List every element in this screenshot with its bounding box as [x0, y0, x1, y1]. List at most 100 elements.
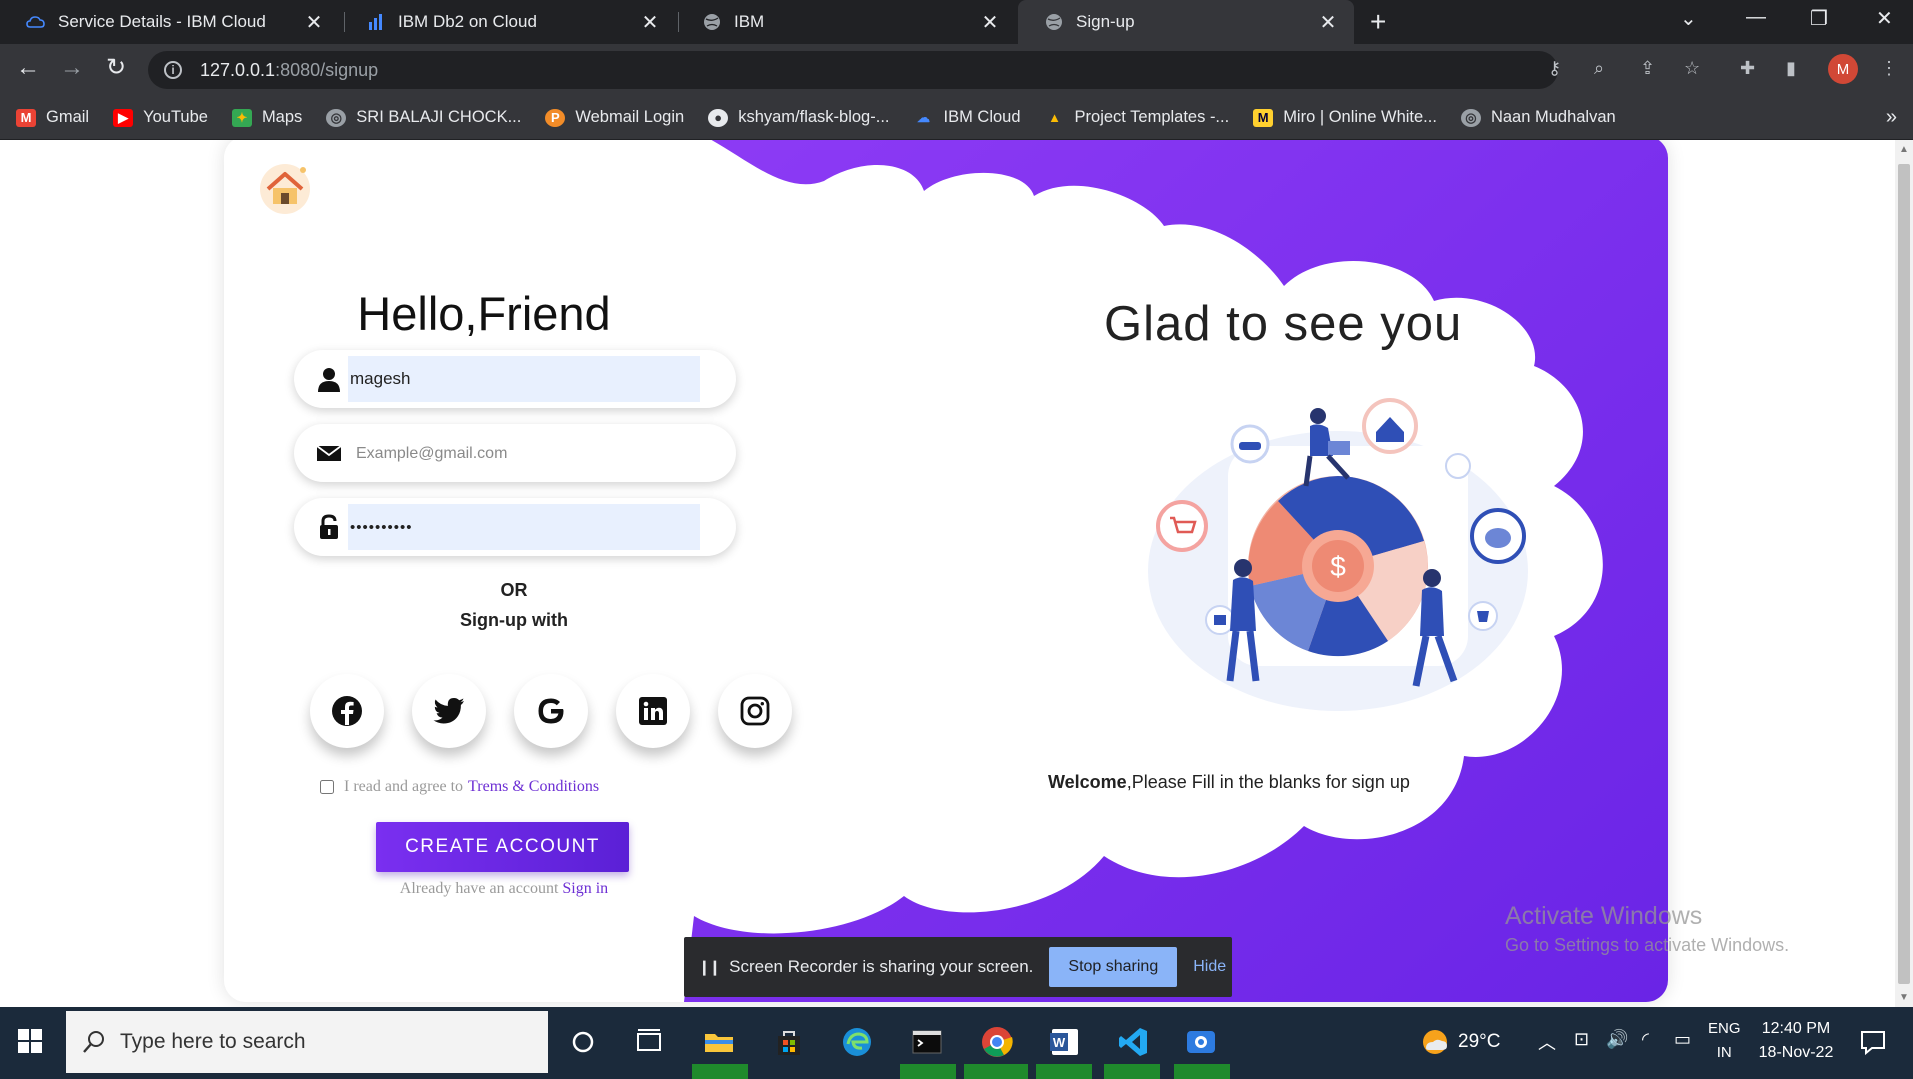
tab-strip: Service Details - IBM Cloud ✕ IBM Db2 on… — [0, 0, 1913, 44]
bookmark-naan-mudhalvan[interactable]: ◎ Naan Mudhalvan — [1460, 108, 1616, 127]
tab-ibm[interactable]: IBM ✕ — [676, 0, 1016, 44]
url-host: 127.0.0.1 — [200, 59, 276, 80]
new-tab-button[interactable]: + — [1370, 8, 1386, 36]
window-close-button[interactable]: ✕ — [1876, 6, 1893, 31]
bookmark-maps[interactable]: ✦ Maps — [231, 108, 303, 127]
bookmark-gmail[interactable]: M Gmail — [16, 108, 89, 127]
restore-button[interactable]: ❐ — [1810, 6, 1828, 31]
wifi-icon[interactable]: ◜ — [1642, 1029, 1649, 1050]
side-panel-icon[interactable]: ▮ — [1786, 58, 1796, 79]
github-icon: ● — [708, 108, 729, 127]
terms-link[interactable]: Trems & Conditions — [468, 778, 599, 796]
clock-date: 18-Nov-22 — [1758, 1044, 1834, 1061]
stop-sharing-button[interactable]: Stop sharing — [1049, 947, 1178, 987]
site-info-icon[interactable]: i — [164, 61, 182, 79]
more-bookmarks-icon[interactable]: » — [1886, 106, 1897, 129]
tab-ibm-db2[interactable]: IBM Db2 on Cloud ✕ — [340, 0, 676, 44]
cortana-icon[interactable] — [566, 1025, 600, 1059]
bookmark-miro[interactable]: M Miro | Online White... — [1253, 108, 1437, 127]
edge-icon[interactable] — [840, 1025, 874, 1059]
activate-subtitle: Go to Settings to activate Windows. — [1505, 935, 1790, 955]
sign-in-prompt: Already have an account Sign in — [324, 880, 684, 898]
close-icon[interactable]: ✕ — [640, 10, 660, 35]
gmail-icon: M — [16, 108, 36, 127]
back-button[interactable]: ← — [16, 55, 40, 81]
tab-search-chevron-icon[interactable]: ⌄ — [1680, 6, 1697, 31]
username-input[interactable] — [350, 358, 690, 400]
url-text: 127.0.0.1:8080/signup — [200, 60, 378, 81]
sign-in-link[interactable]: Sign in — [562, 880, 608, 897]
minimize-button[interactable]: — — [1746, 6, 1766, 29]
taskbar-clock[interactable]: 12:40 PM 18-Nov-22 — [1756, 1017, 1836, 1065]
linkedin-button[interactable] — [616, 674, 690, 748]
activate-windows-watermark: Activate Windows Go to Settings to activ… — [1505, 902, 1789, 956]
address-bar[interactable]: i 127.0.0.1:8080/signup — [148, 51, 1558, 89]
password-key-icon[interactable]: ⚷ — [1548, 58, 1561, 79]
url-path: :8080/signup — [275, 59, 379, 80]
tab-service-details[interactable]: Service Details - IBM Cloud ✕ — [0, 0, 340, 44]
close-icon[interactable]: ✕ — [1318, 10, 1338, 35]
scroll-down-icon[interactable]: ▼ — [1899, 992, 1909, 1003]
vscode-icon[interactable] — [1116, 1025, 1150, 1059]
store-icon[interactable] — [772, 1025, 806, 1059]
email-input[interactable] — [356, 432, 696, 474]
scroll-up-icon[interactable]: ▲ — [1899, 144, 1909, 155]
terms-checkbox[interactable] — [320, 780, 334, 794]
tab-sign-up[interactable]: Sign-up ✕ — [1018, 0, 1354, 44]
zoom-icon[interactable]: ⌕ — [1594, 58, 1604, 79]
facebook-button[interactable] — [310, 674, 384, 748]
close-icon[interactable]: ✕ — [980, 10, 1000, 35]
welcome-heading: Glad to see you — [1104, 297, 1463, 351]
ibm-cloud-icon: ☁ — [916, 109, 930, 125]
hide-button[interactable]: Hide — [1193, 958, 1226, 976]
taskbar-search-box[interactable]: Type here to search — [66, 1011, 548, 1073]
tab-title: IBM Db2 on Cloud — [398, 12, 537, 31]
ibm-cloud-icon — [26, 12, 46, 32]
chrome-icon[interactable] — [980, 1025, 1014, 1059]
notifications-icon[interactable] — [1856, 1025, 1890, 1059]
bookmark-ibm-cloud[interactable]: ☁ IBM Cloud — [913, 108, 1021, 127]
page-scrollbar[interactable]: ▲ ▼ — [1895, 140, 1913, 1007]
bookmark-star-icon[interactable]: ☆ — [1684, 58, 1700, 79]
bookmark-webmail[interactable]: P Webmail Login — [545, 108, 684, 127]
reload-button[interactable]: ↻ — [106, 55, 126, 81]
word-icon[interactable]: W — [1048, 1025, 1082, 1059]
bookmark-github[interactable]: ● kshyam/flask-blog-... — [708, 108, 889, 127]
webmail-icon: P — [545, 108, 566, 127]
menu-kebab-icon[interactable]: ⋮ — [1880, 58, 1898, 79]
close-icon[interactable]: ✕ — [304, 10, 324, 35]
scrollbar-thumb[interactable] — [1898, 164, 1910, 984]
share-icon[interactable]: ⇪ — [1640, 58, 1655, 79]
search-placeholder: Type here to search — [120, 1030, 306, 1053]
home-logo-icon[interactable] — [258, 162, 312, 216]
file-explorer-icon[interactable] — [702, 1025, 736, 1059]
bookmark-label: Maps — [261, 108, 303, 126]
battery-icon[interactable]: ▭ — [1674, 1029, 1691, 1050]
forward-button[interactable]: → — [60, 55, 84, 81]
twitter-button[interactable] — [412, 674, 486, 748]
bookmark-label: IBM Cloud — [943, 108, 1021, 126]
terminal-icon[interactable] — [910, 1025, 944, 1059]
show-hidden-icons-chevron[interactable]: ︿ — [1538, 1029, 1556, 1055]
weather-widget[interactable]: 29°C — [1420, 1027, 1500, 1057]
or-divider-text: OR — [500, 580, 528, 600]
extensions-icon[interactable]: ✚ — [1740, 58, 1755, 79]
bookmark-youtube[interactable]: ▶ YouTube — [113, 108, 208, 127]
password-input[interactable] — [350, 506, 690, 548]
facebook-icon — [332, 696, 362, 726]
profile-avatar[interactable]: M — [1828, 54, 1858, 84]
windows-start-icon[interactable] — [18, 1029, 42, 1053]
bookmark-sri-balaji[interactable]: ◎ SRI BALAJI CHOCK... — [326, 108, 521, 127]
password-field — [294, 498, 736, 556]
create-account-button[interactable]: CREATE ACCOUNT — [376, 822, 629, 872]
screen-recorder-icon[interactable] — [1184, 1025, 1218, 1059]
google-button[interactable] — [514, 674, 588, 748]
volume-icon[interactable]: 🔊 — [1606, 1029, 1628, 1050]
welcome-message: Welcome,Please Fill in the blanks for si… — [1048, 772, 1410, 793]
meet-now-icon[interactable]: ⊡ — [1574, 1029, 1589, 1050]
language-indicator[interactable]: ENG IN — [1708, 1017, 1741, 1065]
lock-icon — [320, 514, 338, 539]
instagram-button[interactable] — [718, 674, 792, 748]
bookmark-project-templates[interactable]: ▲ Project Templates -... — [1045, 108, 1229, 127]
task-view-icon[interactable] — [632, 1025, 666, 1059]
